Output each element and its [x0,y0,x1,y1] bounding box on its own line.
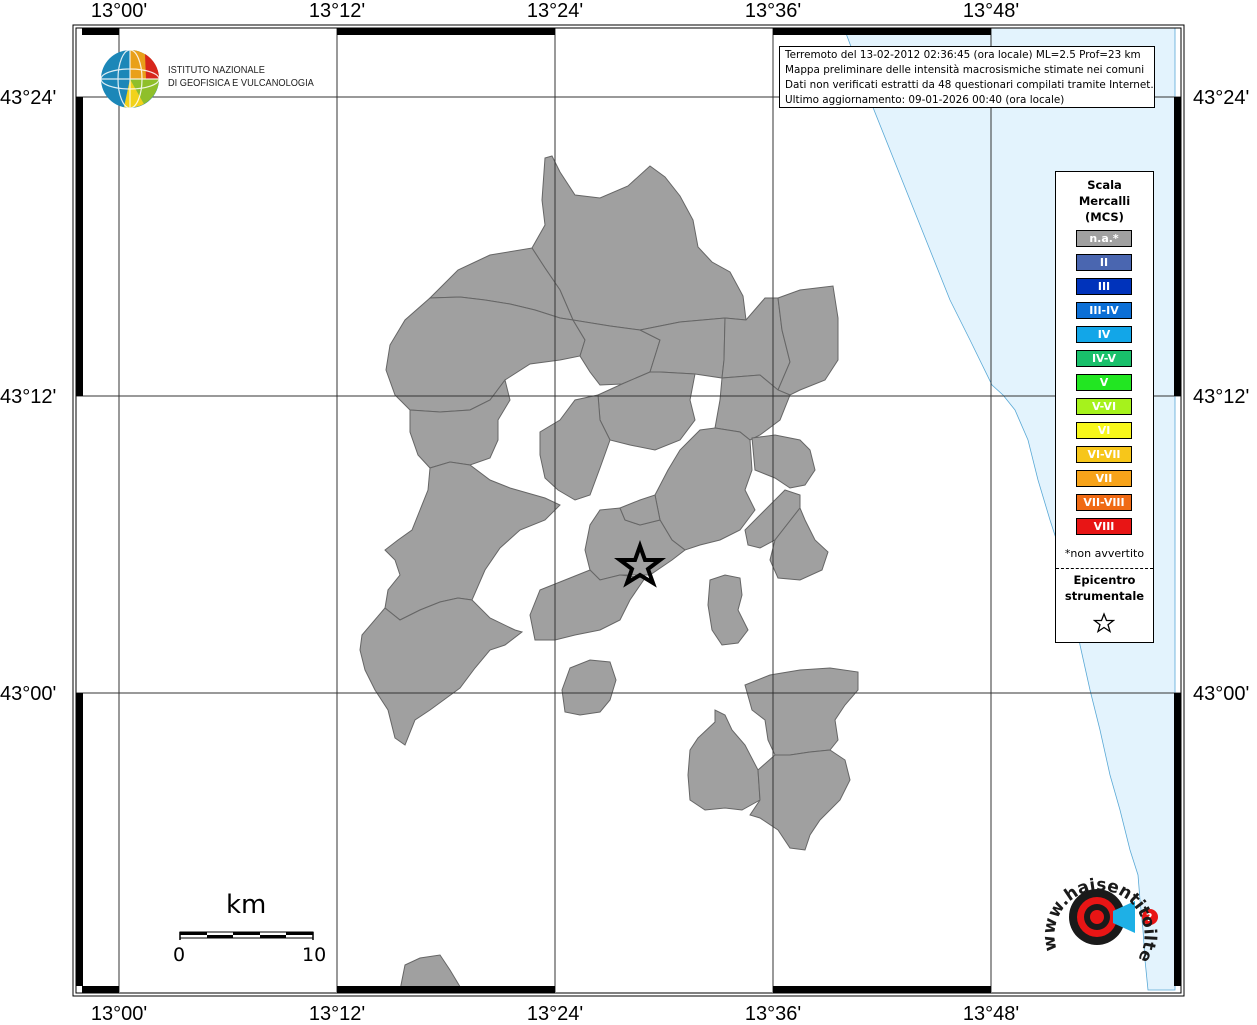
municipality [654,427,756,551]
event-info-line: Mappa preliminare delle intensità macros… [785,64,1145,76]
lon-label-bottom: 13°12' [308,1003,366,1025]
scale-start: 0 [173,944,186,966]
lon-label-top: 13°12' [308,0,366,22]
lat-label-right: 43°24' [1193,87,1250,109]
event-info-box: Terremoto del 13-02-2012 02:36:45 (ora l… [779,46,1155,108]
legend-divider [1056,568,1153,569]
municipality [399,954,463,991]
lon-label-bottom: 13°36' [744,1003,802,1025]
legend-title-line: Scala [1087,178,1122,192]
lon-label-bottom: 13°48' [962,1003,1020,1025]
legend-epicenter-line: strumentale [1064,589,1145,603]
legend-title-line: (MCS) [1085,210,1124,224]
legend-swatch: VII [1076,470,1132,487]
municipality [707,574,749,646]
legend-swatch: n.a.* [1076,230,1132,247]
legend-swatch: VIII [1076,518,1132,535]
municipality [687,709,761,811]
legend-epicenter-line: Epicentro [1073,573,1136,587]
legend-star-icon [1093,612,1115,634]
municipality [539,394,611,501]
lon-label-bottom: 13°00' [90,1003,148,1025]
municipality [749,749,851,851]
ingv-name: ISTITUTO NAZIONALE DI GEOFISICA E VULCAN… [168,64,314,90]
municipality [384,461,561,621]
legend-na-note: *non avvertito [1064,547,1145,560]
municipalities [359,155,859,991]
legend-title-line: Mercalli [1078,194,1131,208]
ingv-name-line: ISTITUTO NAZIONALE [168,64,265,76]
municipality [359,597,524,746]
legend-swatch: V-VI [1076,398,1132,415]
lon-label-bottom: 13°24' [526,1003,584,1025]
lat-label-left: 43°00' [0,683,57,705]
scale-unit: km [226,890,267,920]
legend-swatch: II [1076,254,1132,271]
lat-label-right: 43°00' [1193,683,1250,705]
legend-swatch: III [1076,278,1132,295]
scale-end: 10 [302,944,327,966]
municipality [561,659,617,716]
legend-swatch: IV-V [1076,350,1132,367]
event-info-line: Terremoto del 13-02-2012 02:36:45 (ora l… [785,49,1141,61]
municipality [619,494,661,526]
mcs-legend: Scala Mercalli (MCS) n.a.* II III III-IV IV I… [1055,171,1154,643]
haisentito-logo-icon: ? www.haisentitoilterremoto.it [1035,855,1160,965]
legend-swatch: VI-VII [1076,446,1132,463]
ingv-name-line: DI GEOFISICA E VULCANOLOGIA [168,77,314,89]
lat-label-left: 43°24' [0,87,57,109]
lon-label-top: 13°36' [744,0,802,22]
municipality [751,434,816,489]
legend-swatch: VI [1076,422,1132,439]
legend-swatch: V [1076,374,1132,391]
legend-swatch: IV [1076,326,1132,343]
legend-swatch: III-IV [1076,302,1132,319]
event-info-line: Ultimo aggiornamento: 09-01-2026 00:40 (… [785,94,1065,106]
lon-label-top: 13°48' [962,0,1020,22]
legend-epicenter-title: Epicentro strumentale [1056,572,1153,604]
lon-label-top: 13°24' [526,0,584,22]
municipality [744,667,859,756]
lon-label-top: 13°00' [90,0,148,22]
lat-label-left: 43°12' [0,386,57,408]
legend-swatch: VII-VIII [1076,494,1132,511]
event-info-line: Dati non verificati estratti da 48 quest… [785,79,1154,91]
lat-label-right: 43°12' [1193,386,1250,408]
municipality [777,285,839,396]
legend-title: Scala Mercalli (MCS) [1056,177,1153,225]
